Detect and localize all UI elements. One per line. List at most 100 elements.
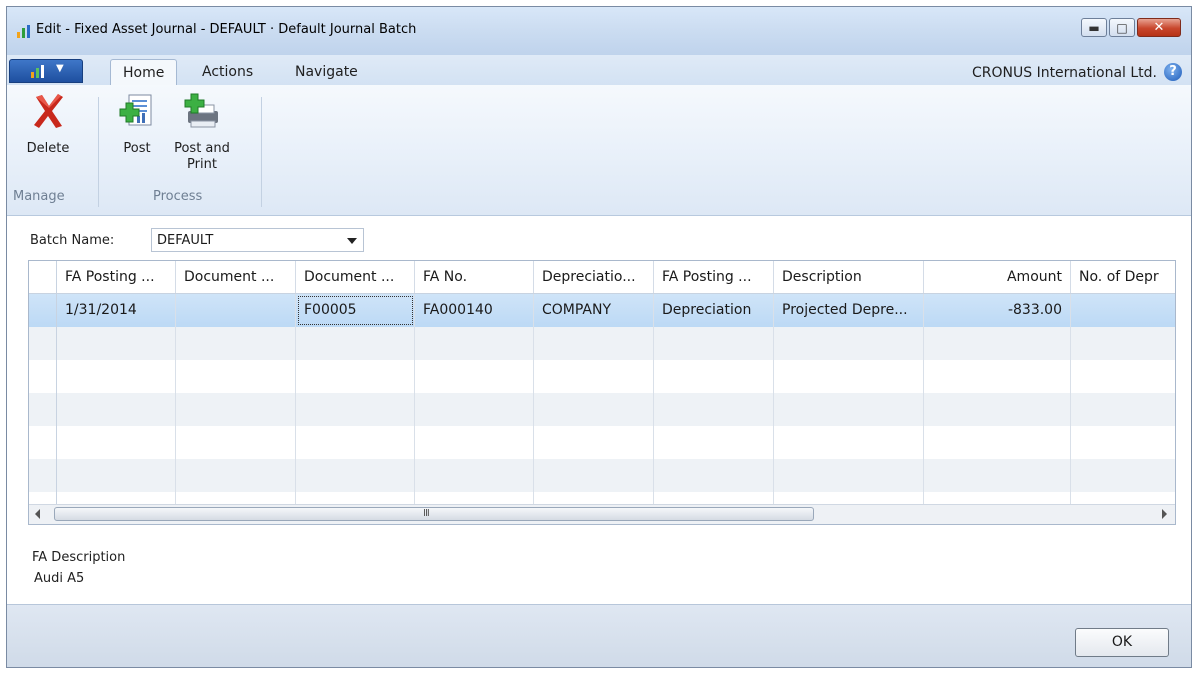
company-name: CRONUS International Ltd. [971,65,1157,81]
empty-cell[interactable] [415,459,534,492]
empty-cell[interactable] [415,393,534,426]
batch-name-value: DEFAULT [157,233,214,248]
empty-cell[interactable] [654,327,774,360]
empty-cell[interactable] [296,393,415,426]
empty-table-row[interactable] [29,360,1175,393]
empty-cell[interactable] [57,426,176,459]
empty-cell[interactable] [415,426,534,459]
empty-cell[interactable] [57,327,176,360]
maximize-button[interactable]: □ [1109,18,1135,37]
empty-cell[interactable] [534,327,654,360]
empty-cell[interactable] [774,327,924,360]
column-header-fa-posting-date[interactable]: FA Posting ... [57,261,176,293]
cell-no-of-depreciation-days[interactable] [1071,294,1175,327]
empty-cell[interactable] [296,360,415,393]
delete-button[interactable]: Delete [19,91,77,156]
row-selector[interactable] [29,459,57,492]
tab-home[interactable]: Home [110,59,178,85]
empty-cell[interactable] [296,459,415,492]
empty-table-row[interactable] [29,459,1175,492]
empty-cell[interactable] [176,360,296,393]
minimize-button[interactable]: ▬ [1081,18,1107,37]
column-header-document-no[interactable]: Document ... [296,261,415,293]
empty-cell[interactable] [57,360,176,393]
column-header-amount[interactable]: Amount [924,261,1071,293]
row-selector[interactable] [29,393,57,426]
close-button[interactable]: ✕ [1137,18,1181,37]
empty-cell[interactable] [296,327,415,360]
column-header-description[interactable]: Description [774,261,924,293]
delete-button-label: Delete [26,141,70,156]
title-bar[interactable]: Edit - Fixed Asset Journal - DEFAULT · D… [7,7,1191,55]
empty-cell[interactable] [924,426,1071,459]
empty-cell[interactable] [654,393,774,426]
empty-cell[interactable] [176,426,296,459]
empty-table-row[interactable] [29,393,1175,426]
empty-cell[interactable] [534,459,654,492]
empty-cell[interactable] [924,327,1071,360]
empty-cell[interactable] [176,459,296,492]
cell-fa-posting-type[interactable]: Depreciation [654,294,774,327]
empty-cell[interactable] [1071,327,1175,360]
column-header-fa-posting-type[interactable]: FA Posting ... [654,261,774,293]
empty-cell[interactable] [1071,393,1175,426]
empty-cell[interactable] [774,426,924,459]
empty-cell[interactable] [654,459,774,492]
row-selector[interactable] [29,360,57,393]
column-header-depreciation-book[interactable]: Depreciatio... [534,261,654,293]
batch-name-select[interactable]: DEFAULT [151,228,364,252]
post-and-print-button[interactable]: Post and Print [170,91,234,173]
tab-actions[interactable]: Actions [190,59,265,85]
empty-cell[interactable] [774,459,924,492]
empty-table-row[interactable] [29,426,1175,459]
cell-fa-no[interactable]: FA000140 [415,294,534,327]
column-header-fa-no[interactable]: FA No. [415,261,534,293]
empty-cell[interactable] [1071,360,1175,393]
scroll-right-icon[interactable] [1162,509,1167,519]
empty-cell[interactable] [654,360,774,393]
empty-cell[interactable] [415,360,534,393]
cell-document-type[interactable] [176,294,296,327]
application-menu-button[interactable]: ▼ [9,59,83,83]
cell-amount[interactable]: -833.00 [924,294,1071,327]
empty-cell[interactable] [774,393,924,426]
window-title: Edit - Fixed Asset Journal - DEFAULT · D… [36,22,417,37]
tab-navigate[interactable]: Navigate [283,59,370,85]
cell-fa-posting-date[interactable]: 1/31/2014 [57,294,176,327]
empty-table-row[interactable] [29,327,1175,360]
empty-cell[interactable] [924,360,1071,393]
cell-depreciation-book[interactable]: COMPANY [534,294,654,327]
row-selector[interactable] [29,426,57,459]
journal-lines-grid[interactable]: FA Posting ... Document ... Document ...… [28,260,1176,525]
empty-cell[interactable] [654,426,774,459]
empty-cell[interactable] [924,459,1071,492]
horizontal-scrollbar[interactable]: III [29,504,1175,524]
column-header-no-of-depreciation-days[interactable]: No. of Depr [1071,261,1175,293]
empty-cell[interactable] [176,327,296,360]
grid-header: FA Posting ... Document ... Document ...… [29,261,1175,294]
row-selector[interactable] [29,294,57,327]
empty-cell[interactable] [1071,426,1175,459]
scroll-left-icon[interactable] [35,509,40,519]
empty-cell[interactable] [176,393,296,426]
empty-cell[interactable] [924,393,1071,426]
table-row[interactable]: 1/31/2014 F00005 FA000140 COMPANY Deprec… [29,294,1175,327]
empty-cell[interactable] [57,459,176,492]
empty-cell[interactable] [57,393,176,426]
post-button[interactable]: Post [112,91,162,156]
empty-cell[interactable] [534,426,654,459]
column-header-document-type[interactable]: Document ... [176,261,296,293]
cell-document-no[interactable]: F00005 [296,294,415,327]
ok-button[interactable]: OK [1075,628,1169,657]
cell-description[interactable]: Projected Depre... [774,294,924,327]
scrollbar-thumb[interactable]: III [54,507,814,521]
empty-cell[interactable] [415,327,534,360]
empty-cell[interactable] [774,360,924,393]
empty-cell[interactable] [296,426,415,459]
help-icon[interactable]: ? [1164,63,1182,81]
empty-cell[interactable] [534,360,654,393]
row-selector[interactable] [29,327,57,360]
chevron-down-icon [347,238,357,244]
empty-cell[interactable] [534,393,654,426]
empty-cell[interactable] [1071,459,1175,492]
